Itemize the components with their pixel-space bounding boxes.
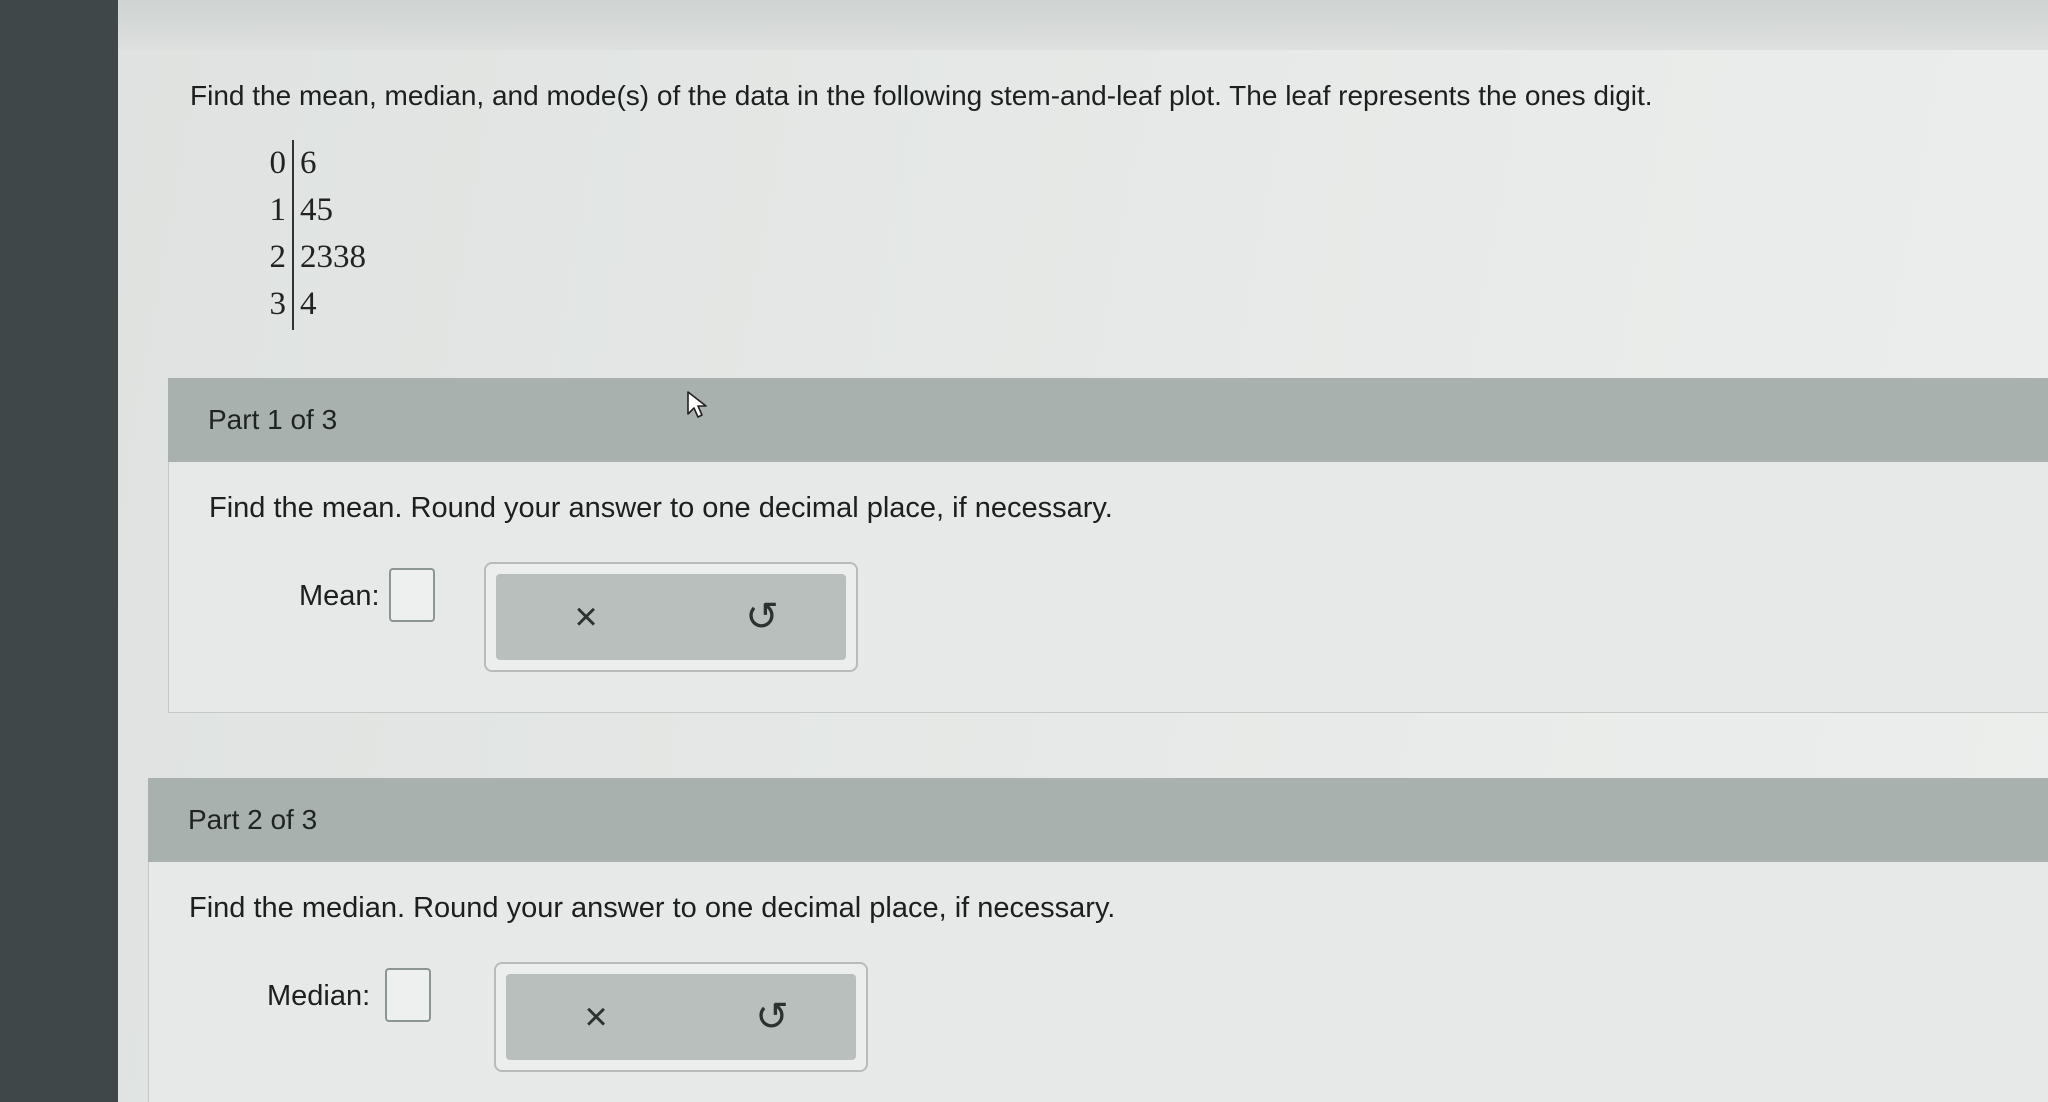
stem-and-leaf-plot: 06 1 45 2 2338 34 <box>254 140 367 328</box>
stem-leaf-divider <box>292 140 294 330</box>
undo-button[interactable]: ↺ <box>702 574 822 660</box>
clear-button[interactable]: × <box>536 974 656 1060</box>
leaves: 2338 <box>300 239 366 275</box>
stem: 0 <box>269 145 287 181</box>
part-1-instruction: Find the mean. Round your answer to one … <box>209 492 1113 524</box>
stem-leaf-row: 06 <box>254 140 366 187</box>
mouse-pointer-icon <box>687 391 707 418</box>
screen: Find the mean, median, and mode(s) of th… <box>118 0 2048 1102</box>
median-input[interactable] <box>385 968 431 1022</box>
leaves: 6 <box>300 145 317 181</box>
undo-icon: ↺ <box>745 595 779 639</box>
stem-leaf-row: 1 45 <box>254 187 366 234</box>
undo-icon: ↺ <box>755 995 789 1039</box>
part-2-instruction: Find the median. Round your answer to on… <box>189 892 1116 924</box>
top-strip <box>118 0 2048 50</box>
median-label: Median: <box>267 980 371 1012</box>
stem: 1 <box>269 192 287 228</box>
part-1-tool-panel: × ↺ <box>484 562 858 672</box>
stem: 2 <box>269 239 287 275</box>
close-icon: × <box>574 595 598 639</box>
part-2-tool-bar: × ↺ <box>506 974 856 1060</box>
part-1-section: Part 1 of 3 Find the mean. Round your an… <box>168 378 2048 713</box>
part-2-tool-panel: × ↺ <box>494 962 868 1072</box>
close-icon: × <box>584 995 608 1039</box>
stem: 3 <box>269 286 287 322</box>
part-2-section: Part 2 of 3 Find the median. Round your … <box>148 778 2048 1102</box>
part-1-header: Part 1 of 3 <box>168 378 2048 462</box>
leaves: 4 <box>300 286 317 322</box>
part-2-body: Find the median. Round your answer to on… <box>148 862 2048 1102</box>
question-text: Find the mean, median, and mode(s) of th… <box>190 80 1653 111</box>
mean-label: Mean: <box>299 580 380 612</box>
part-1-tool-bar: × ↺ <box>496 574 846 660</box>
part-1-body: Find the mean. Round your answer to one … <box>168 462 2048 713</box>
part-2-header: Part 2 of 3 <box>148 778 2048 862</box>
stem-leaf-row: 34 <box>254 281 366 328</box>
undo-button[interactable]: ↺ <box>712 974 832 1060</box>
clear-button[interactable]: × <box>526 574 646 660</box>
mean-input[interactable] <box>389 568 435 622</box>
stem-leaf-row: 2 2338 <box>254 234 367 281</box>
